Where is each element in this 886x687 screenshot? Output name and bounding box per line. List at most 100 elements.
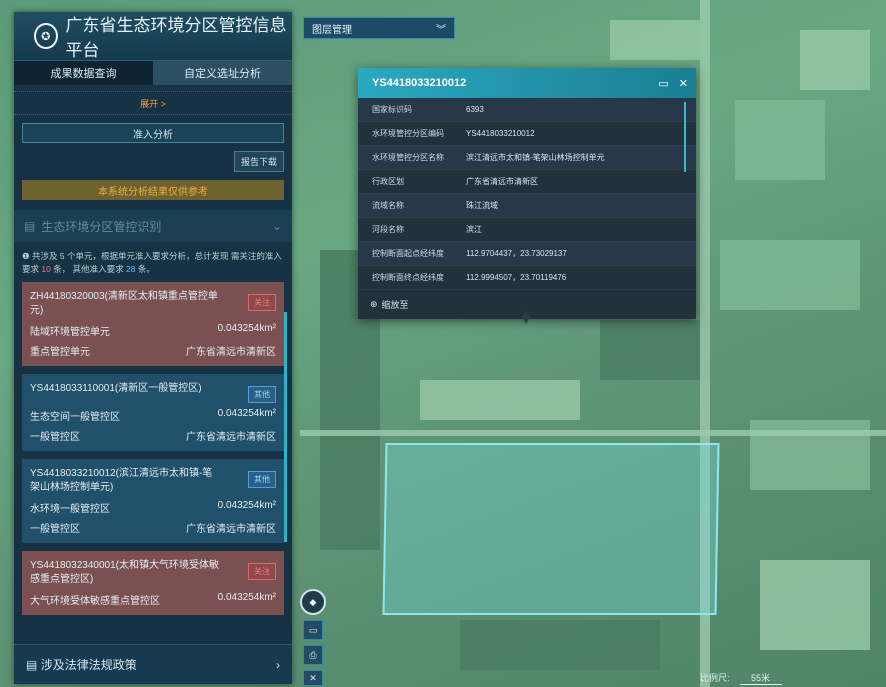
card-level: 一般管控区: [30, 432, 80, 443]
unit-card[interactable]: YS4418033210012(滨江清远市太和镇-笔架山林场控制单元) 其他 水…: [22, 459, 284, 543]
card-type: 水环境一般管控区: [30, 504, 110, 515]
table-row: 流域名称 珠江流域: [358, 194, 696, 218]
card-title: ZH44180320003(清新区太和镇重点管控单元): [30, 291, 218, 316]
map-feature: [735, 100, 825, 180]
card-type: 陆域环境管控单元: [30, 327, 110, 338]
map-feature: [460, 620, 660, 670]
print-tool-icon[interactable]: ⎙: [303, 645, 323, 665]
attr-key: 河段名称: [372, 225, 404, 234]
card-region: 广东省清远市清新区: [186, 524, 276, 535]
attr-value: 112.9704437，23.73029137: [466, 249, 567, 258]
double-chevron-down-icon: ︾: [436, 24, 446, 36]
laws-policies-nav[interactable]: ▤ 涉及法律法规政策 ›: [14, 644, 292, 684]
card-type: 大气环境受体敏感重点管控区: [30, 596, 160, 607]
table-row: 国家标识码 6393: [358, 98, 696, 122]
status-tag: 其他: [248, 471, 276, 488]
access-analysis-button[interactable]: 准入分析: [22, 123, 284, 143]
attribute-table: 国家标识码 6393 水环境管控分区编码 YS4418033210012 水环境管控…: [358, 98, 696, 290]
summary-suffix: 条。: [137, 264, 155, 274]
app-header: ✪ 广东省生态环境分区管控信息平台: [14, 12, 292, 60]
table-row: 河段名称 滨江: [358, 218, 696, 242]
map-feature: [420, 380, 580, 420]
attr-key: 国家标识码: [372, 105, 412, 114]
card-area: 0.043254km²: [217, 500, 276, 511]
table-row: 行政区划 广东省清远市清新区: [358, 170, 696, 194]
feature-info-popup: YS4418033210012 ▭ ✕ 国家标识码 6393 水环境管控分区编码 Y…: [358, 68, 696, 319]
card-area: 0.043254km²: [217, 592, 276, 603]
popup-header: YS4418033210012 ▭ ✕: [358, 68, 696, 98]
layer-management-toggle[interactable]: 图层管理 ︾: [303, 17, 455, 39]
attr-key: 流域名称: [372, 201, 404, 210]
tab-bar: 成果数据查询 自定义选址分析: [14, 60, 292, 85]
card-region: 广东省清远市清新区: [186, 432, 276, 443]
card-area: 0.043254km²: [217, 323, 276, 334]
card-type: 生态空间一般管控区: [30, 412, 120, 423]
app-title: 广东省生态环境分区管控信息平台: [65, 16, 287, 60]
chevron-right-icon: ›: [276, 657, 280, 672]
summary-count-focus: 10: [41, 264, 51, 274]
status-tag: 其他: [248, 386, 276, 403]
scale-value: 55米: [739, 671, 782, 685]
card-region: 广东省清远市清新区: [186, 347, 276, 358]
attr-value: 112.9994507，23.70119476: [466, 273, 567, 282]
table-row: 水环境管控分区名称 滨江清远市太和镇-笔架山林场控制单元: [358, 146, 696, 170]
zoom-in-icon: ⊕: [370, 299, 378, 309]
emblem-icon: ✪: [34, 23, 58, 49]
attr-value: 6393: [466, 105, 484, 114]
list-icon: ▤: [24, 219, 36, 233]
section-zone-identification[interactable]: ▤ 生态环境分区管控识别 ⌄: [14, 210, 292, 242]
unit-card[interactable]: YS4418033110001(清新区一般管控区) 其他 生态空间一般管控区 0.…: [22, 374, 284, 451]
unit-card[interactable]: ZH44180320003(清新区太和镇重点管控单元) 关注 陆域环境管控单元 0…: [22, 282, 284, 366]
map-feature: [800, 30, 870, 90]
attr-value: 珠江流域: [466, 201, 498, 210]
measure-tool-icon[interactable]: ▭: [303, 620, 323, 640]
table-row: 控制断面起点经纬度 112.9704437，23.73029137: [358, 242, 696, 266]
popup-title: YS4418033210012: [372, 77, 467, 89]
attr-key: 水环境管控分区名称: [372, 153, 444, 162]
left-panel: ✪ 广东省生态环境分区管控信息平台 成果数据查询 自定义选址分析 展开 > 准入…: [14, 12, 292, 684]
popup-scrollbar[interactable]: [684, 102, 686, 172]
document-icon: ▤: [26, 658, 38, 672]
table-row: 控制断面终点经纬度 112.9994507，23.70119476: [358, 266, 696, 290]
attr-value: 滨江: [466, 225, 482, 234]
card-title: YS4418032340001(太和镇大气环境受体敏感重点管控区): [30, 560, 219, 585]
info-icon: ❶: [22, 251, 30, 261]
map-feature: [600, 320, 710, 380]
map-feature: [610, 20, 700, 60]
attr-value: 广东省清远市清新区: [466, 177, 538, 186]
unit-card[interactable]: YS4418032340001(太和镇大气环境受体敏感重点管控区) 关注 大气环…: [22, 551, 284, 615]
tab-custom-site-analysis[interactable]: 自定义选址分析: [153, 61, 292, 85]
compass-icon[interactable]: ◆: [300, 589, 326, 615]
table-row: 水环境管控分区编码 YS4418033210012: [358, 122, 696, 146]
card-level: 重点管控单元: [30, 347, 90, 358]
summary-count-other: 28: [125, 264, 136, 274]
section-title: 生态环境分区管控识别: [41, 219, 162, 234]
attr-key: 水环境管控分区编码: [372, 129, 444, 138]
map-feature: [720, 240, 860, 310]
chevron-down-icon: ⌄: [271, 219, 282, 233]
attr-key: 控制断面起点经纬度: [372, 249, 444, 258]
clear-tool-icon[interactable]: ✕: [303, 670, 323, 686]
card-title: YS4418033110001(清新区一般管控区): [30, 383, 202, 394]
analysis-summary: ❶ 共涉及 5 个单元，根据单元准入要求分析，总计发现 需关注的准入要求 10 …: [14, 242, 292, 282]
selected-area-polygon[interactable]: [382, 443, 720, 615]
scale-bar: 比例尺: 55米: [700, 671, 782, 685]
maximize-icon[interactable]: ▭: [658, 77, 668, 90]
attr-key: 行政区划: [372, 177, 404, 186]
laws-policies-label: 涉及法律法规政策: [40, 658, 137, 672]
summary-mid: 条， 其他准入要求: [53, 264, 124, 274]
expand-toggle[interactable]: 展开 >: [14, 91, 292, 115]
map-feature: [760, 560, 870, 650]
tab-results-query[interactable]: 成果数据查询: [14, 61, 153, 85]
status-tag: 关注: [248, 294, 276, 311]
close-icon[interactable]: ✕: [679, 77, 688, 90]
panel-scrollbar[interactable]: [284, 312, 287, 542]
report-download-button[interactable]: 报告下载: [233, 151, 284, 172]
attr-value: 滨江清远市太和镇-笔架山林场控制单元: [466, 153, 605, 162]
disclaimer-notice: 本系统分析结果仅供参考: [22, 180, 284, 200]
attr-key: 控制断面终点经纬度: [372, 273, 444, 282]
card-title: YS4418033210012(滨江清远市太和镇-笔架山林场控制单元): [30, 468, 213, 493]
zoom-to-label: 缩放至: [381, 300, 409, 310]
card-level: 一般管控区: [30, 524, 80, 535]
map-road: [300, 430, 886, 436]
